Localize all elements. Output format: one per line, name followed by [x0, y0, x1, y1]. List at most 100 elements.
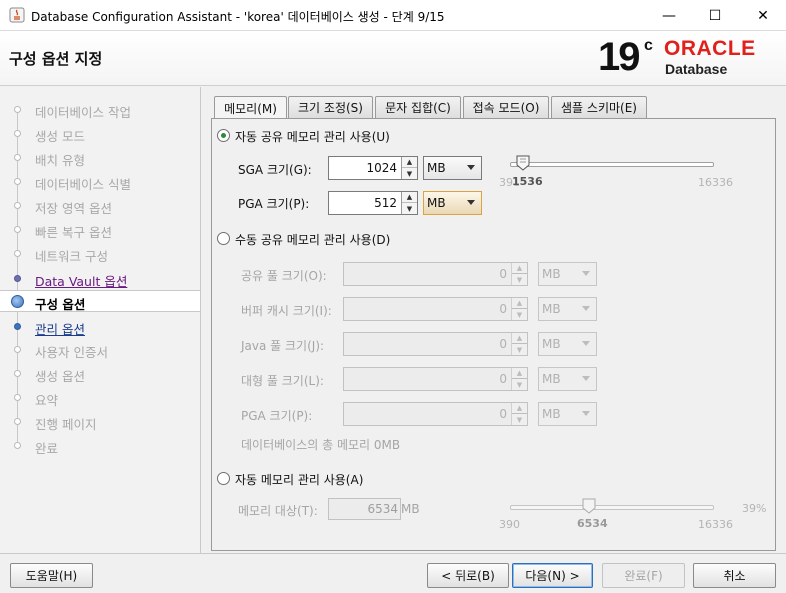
step-status-icon: [14, 154, 21, 161]
memory-target-field[interactable]: 6534: [328, 498, 401, 520]
tab-memory[interactable]: 메모리(M): [214, 96, 287, 119]
java-app-icon: [9, 7, 25, 23]
title-bar: Database Configuration Assistant - 'kore…: [0, 0, 786, 31]
minimize-button[interactable]: —: [646, 0, 692, 31]
step-label: 생성 옵션: [35, 369, 85, 384]
memory-target-percent: 39%: [742, 502, 767, 515]
spin-down-icon: ▼: [512, 344, 527, 355]
step-label: 저장 영역 옵션: [35, 201, 112, 216]
tab-sample-schema[interactable]: 샘플 스키마(E): [551, 96, 647, 118]
help-button[interactable]: 도움말(H): [10, 563, 93, 588]
brand-version: 19: [598, 35, 640, 79]
buffer-cache-unit-select: MB: [538, 297, 597, 321]
step-item: 데이터베이스 식별: [0, 171, 200, 193]
step-status-icon: [14, 346, 21, 353]
spin-up-icon: ▲: [512, 368, 527, 379]
sga-stepper[interactable]: 1024 ▲ ▼: [328, 156, 418, 180]
pga-manual-label: PGA 크기(P):: [241, 409, 313, 423]
shared-pool-label: 공유 풀 크기(O):: [241, 269, 327, 283]
step-item: 진행 페이지: [0, 411, 200, 433]
step-status-icon: [14, 226, 21, 233]
step-status-icon: [14, 178, 21, 185]
chevron-down-icon: [467, 200, 475, 205]
cancel-button[interactable]: 취소: [693, 563, 776, 588]
manual-memory-radio[interactable]: [217, 232, 230, 245]
spin-down-icon[interactable]: ▼: [402, 168, 417, 179]
maximize-button[interactable]: ☐: [692, 0, 738, 31]
memory-target-slider-min: 390: [499, 518, 520, 531]
large-pool-stepper: 0 ▲ ▼: [343, 367, 528, 391]
memory-target-slider-thumb[interactable]: [582, 498, 596, 514]
sga-slider-track[interactable]: [510, 162, 714, 167]
minimize-icon: —: [662, 7, 676, 24]
chevron-down-icon: [582, 376, 590, 381]
sga-unit-select[interactable]: MB: [423, 156, 482, 180]
spin-down-icon: ▼: [512, 379, 527, 390]
memory-target-label: 메모리 대상(T):: [238, 504, 318, 518]
step-status-icon: [14, 418, 21, 425]
close-button[interactable]: ✕: [740, 0, 786, 31]
step-item: 구성 옵션: [0, 290, 200, 312]
spin-up-icon: ▲: [512, 333, 527, 344]
step-label: Data Vault 옵션: [35, 274, 128, 289]
tab-connection-mode[interactable]: 접속 모드(O): [463, 96, 549, 118]
step-status-icon: [14, 275, 21, 282]
step-label: 빠른 복구 옵션: [35, 225, 112, 240]
step-item: 사용자 인증서: [0, 339, 200, 361]
chevron-down-icon: [582, 411, 590, 416]
pga-value: 512: [374, 196, 397, 210]
step-item: 배치 유형: [0, 147, 200, 169]
spin-down-icon[interactable]: ▼: [402, 203, 417, 214]
manual-memory-label: 수동 공유 메모리 관리 사용(D): [235, 233, 391, 247]
spin-up-icon[interactable]: ▲: [402, 192, 417, 203]
pga-label: PGA 크기(P):: [238, 197, 310, 211]
step-status-icon: [14, 323, 21, 330]
step-status-icon: [14, 130, 21, 137]
finish-button: 완료(F): [602, 563, 685, 588]
tab-sizing[interactable]: 크기 조정(S): [288, 96, 373, 118]
next-button[interactable]: 다음(N) >: [512, 563, 593, 588]
sga-slider-thumb[interactable]: [516, 155, 530, 171]
step-status-icon: [14, 442, 21, 449]
large-pool-unit-select: MB: [538, 367, 597, 391]
java-pool-stepper: 0 ▲ ▼: [343, 332, 528, 356]
amm-radio[interactable]: [217, 472, 230, 485]
step-item[interactable]: Data Vault 옵션: [0, 268, 200, 290]
brand-database: Database: [665, 61, 728, 77]
page-header: 구성 옵션 지정 19 c ORACLE Database: [0, 31, 786, 86]
shared-pool-stepper: 0 ▲ ▼: [343, 262, 528, 286]
step-item: 데이터베이스 작업: [0, 99, 200, 121]
pga-stepper[interactable]: 512 ▲ ▼: [328, 191, 418, 215]
chevron-down-icon: [582, 271, 590, 276]
spin-up-icon: ▲: [512, 263, 527, 274]
step-label: 요약: [35, 393, 59, 408]
step-status-icon: [14, 394, 21, 401]
memory-target-slider-track[interactable]: [510, 505, 714, 510]
back-button[interactable]: < 뒤로(B): [427, 563, 509, 588]
step-label: 사용자 인증서: [35, 345, 108, 360]
step-status-icon: [14, 106, 21, 113]
pga-unit-select[interactable]: MB: [423, 191, 482, 215]
step-item: 생성 모드: [0, 123, 200, 145]
step-item: 빠른 복구 옵션: [0, 219, 200, 241]
pga-manual-unit-select: MB: [538, 402, 597, 426]
step-status-icon: [14, 370, 21, 377]
step-label: 배치 유형: [35, 153, 85, 168]
spin-down-icon: ▼: [512, 414, 527, 425]
java-pool-label: Java 풀 크기(J):: [241, 339, 325, 353]
step-item: 생성 옵션: [0, 363, 200, 385]
tab-character-set[interactable]: 문자 집합(C): [375, 96, 461, 118]
step-label: 완료: [35, 441, 59, 456]
step-status-icon: [11, 295, 24, 308]
step-label: 생성 모드: [35, 129, 85, 144]
close-icon: ✕: [757, 7, 769, 24]
step-item[interactable]: 관리 옵션: [0, 316, 200, 338]
step-label: 네트워크 구성: [35, 249, 108, 264]
memory-target-unit: MB: [401, 502, 420, 516]
buffer-cache-stepper: 0 ▲ ▼: [343, 297, 528, 321]
spin-up-icon[interactable]: ▲: [402, 157, 417, 168]
sga-value: 1024: [366, 161, 397, 175]
asmm-radio[interactable]: [217, 129, 230, 142]
memory-target-slider-max: 16336: [698, 518, 733, 531]
step-item: 요약: [0, 387, 200, 409]
